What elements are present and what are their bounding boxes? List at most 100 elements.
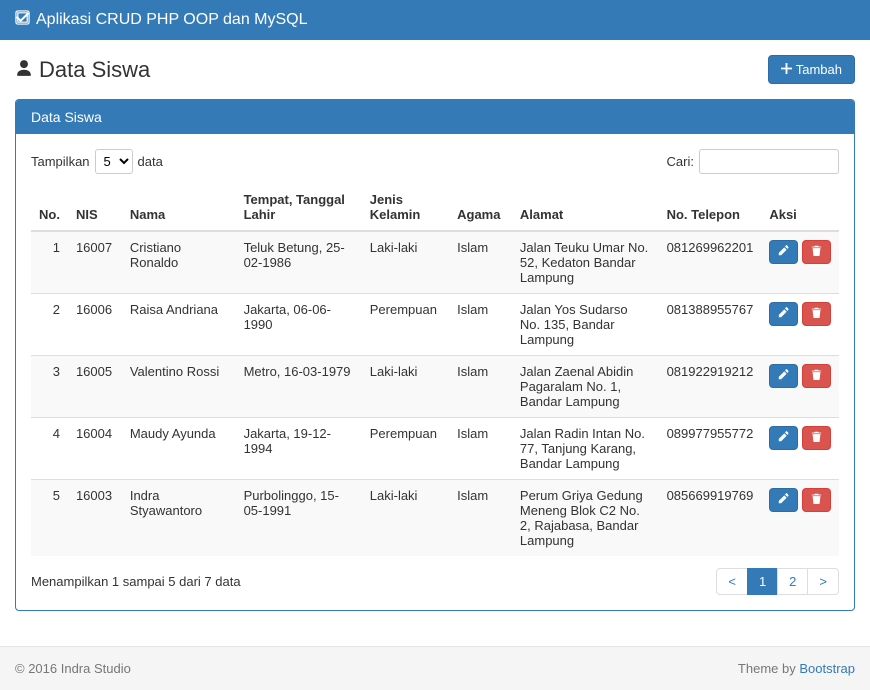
cell-ttl: Metro, 16-03-1979	[236, 356, 362, 418]
plus-icon	[781, 62, 792, 77]
cell-aksi	[761, 231, 839, 294]
pagination-prev[interactable]: <	[716, 568, 748, 595]
cell-telepon: 081269962201	[659, 231, 762, 294]
th-no[interactable]: No.	[31, 184, 68, 231]
pagination-page-2[interactable]: 2	[777, 568, 808, 595]
table-row: 416004Maudy AyundaJakarta, 19-12-1994Per…	[31, 418, 839, 480]
cell-nis: 16003	[68, 480, 122, 557]
cell-nama: Indra Styawantoro	[122, 480, 236, 557]
cell-telepon: 081388955767	[659, 294, 762, 356]
delete-button[interactable]	[802, 240, 831, 264]
cell-jk: Perempuan	[362, 418, 449, 480]
cell-no: 5	[31, 480, 68, 557]
footer-link[interactable]: Bootstrap	[799, 661, 855, 676]
cell-jk: Laki-laki	[362, 356, 449, 418]
cell-no: 1	[31, 231, 68, 294]
delete-button[interactable]	[802, 302, 831, 326]
pagination-page-1[interactable]: 1	[747, 568, 778, 595]
cell-agama: Islam	[449, 231, 512, 294]
edit-button[interactable]	[769, 426, 798, 450]
table-row: 116007Cristiano RonaldoTeluk Betung, 25-…	[31, 231, 839, 294]
cell-agama: Islam	[449, 418, 512, 480]
navbar-title: Aplikasi CRUD PHP OOP dan MySQL	[36, 11, 308, 29]
cell-no: 3	[31, 356, 68, 418]
search-input[interactable]	[699, 149, 839, 174]
navbar: Aplikasi CRUD PHP OOP dan MySQL	[0, 0, 870, 40]
datatable-info: Menampilkan 1 sampai 5 dari 7 data	[31, 574, 241, 589]
pagination: < 1 2 >	[717, 568, 839, 595]
cell-aksi	[761, 294, 839, 356]
add-button[interactable]: Tambah	[768, 55, 855, 84]
cell-nis: 16004	[68, 418, 122, 480]
th-nis[interactable]: NIS	[68, 184, 122, 231]
footer-right: Theme by Bootstrap	[738, 661, 855, 676]
panel: Data Siswa Tampilkan 5 data Cari:	[15, 99, 855, 611]
th-ttl[interactable]: Tempat, Tanggal Lahir	[236, 184, 362, 231]
delete-button[interactable]	[802, 426, 831, 450]
length-prefix: Tampilkan	[31, 154, 90, 169]
edit-icon	[778, 493, 789, 507]
search-control: Cari:	[667, 149, 839, 174]
datatable-controls: Tampilkan 5 data Cari:	[31, 149, 839, 174]
cell-jk: Laki-laki	[362, 480, 449, 557]
cell-nama: Raisa Andriana	[122, 294, 236, 356]
cell-alamat: Jalan Radin Intan No. 77, Tanjung Karang…	[512, 418, 659, 480]
th-aksi: Aksi	[761, 184, 839, 231]
trash-icon	[811, 431, 822, 445]
cell-alamat: Jalan Teuku Umar No. 52, Kedaton Bandar …	[512, 231, 659, 294]
th-telepon[interactable]: No. Telepon	[659, 184, 762, 231]
cell-telepon: 081922919212	[659, 356, 762, 418]
length-select[interactable]: 5	[95, 149, 133, 174]
table-row: 516003Indra StyawantoroPurbolinggo, 15-0…	[31, 480, 839, 557]
th-agama[interactable]: Agama	[449, 184, 512, 231]
page-title: Data Siswa	[15, 57, 150, 83]
th-jk[interactable]: Jenis Kelamin	[362, 184, 449, 231]
th-nama[interactable]: Nama	[122, 184, 236, 231]
cell-nis: 16006	[68, 294, 122, 356]
add-button-label: Tambah	[796, 62, 842, 77]
cell-ttl: Jakarta, 19-12-1994	[236, 418, 362, 480]
delete-button[interactable]	[802, 488, 831, 512]
cell-telepon: 085669919769	[659, 480, 762, 557]
cell-alamat: Perum Griya Gedung Meneng Blok C2 No. 2,…	[512, 480, 659, 557]
cell-agama: Islam	[449, 356, 512, 418]
length-suffix: data	[138, 154, 163, 169]
table-header-row: No. NIS Nama Tempat, Tanggal Lahir Jenis…	[31, 184, 839, 231]
trash-icon	[811, 245, 822, 259]
search-label: Cari:	[667, 154, 694, 169]
cell-nama: Valentino Rossi	[122, 356, 236, 418]
length-control: Tampilkan 5 data	[31, 149, 163, 174]
cell-no: 2	[31, 294, 68, 356]
edit-icon	[778, 307, 789, 321]
cell-ttl: Purbolinggo, 15-05-1991	[236, 480, 362, 557]
cell-nis: 16007	[68, 231, 122, 294]
cell-alamat: Jalan Zaenal Abidin Pagaralam No. 1, Ban…	[512, 356, 659, 418]
table-row: 216006Raisa AndrianaJakarta, 06-06-1990P…	[31, 294, 839, 356]
th-alamat[interactable]: Alamat	[512, 184, 659, 231]
cell-aksi	[761, 418, 839, 480]
panel-heading: Data Siswa	[16, 100, 854, 134]
cell-alamat: Jalan Yos Sudarso No. 135, Bandar Lampun…	[512, 294, 659, 356]
edit-button[interactable]	[769, 364, 798, 388]
edit-button[interactable]	[769, 302, 798, 326]
cell-aksi	[761, 480, 839, 557]
cell-agama: Islam	[449, 480, 512, 557]
cell-jk: Laki-laki	[362, 231, 449, 294]
footer-left: © 2016 Indra Studio	[15, 661, 131, 676]
trash-icon	[811, 307, 822, 321]
delete-button[interactable]	[802, 364, 831, 388]
footer: © 2016 Indra Studio Theme by Bootstrap	[0, 646, 870, 690]
user-icon	[15, 57, 33, 83]
page-title-text: Data Siswa	[39, 57, 150, 83]
footer-right-prefix: Theme by	[738, 661, 799, 676]
edit-button[interactable]	[769, 240, 798, 264]
check-icon	[15, 10, 30, 30]
datatable-footer: Menampilkan 1 sampai 5 dari 7 data < 1 2…	[31, 568, 839, 595]
page-header: Data Siswa Tambah	[15, 55, 855, 84]
table-row: 316005Valentino RossiMetro, 16-03-1979La…	[31, 356, 839, 418]
edit-icon	[778, 369, 789, 383]
edit-button[interactable]	[769, 488, 798, 512]
pagination-next[interactable]: >	[807, 568, 839, 595]
edit-icon	[778, 431, 789, 445]
cell-nama: Cristiano Ronaldo	[122, 231, 236, 294]
